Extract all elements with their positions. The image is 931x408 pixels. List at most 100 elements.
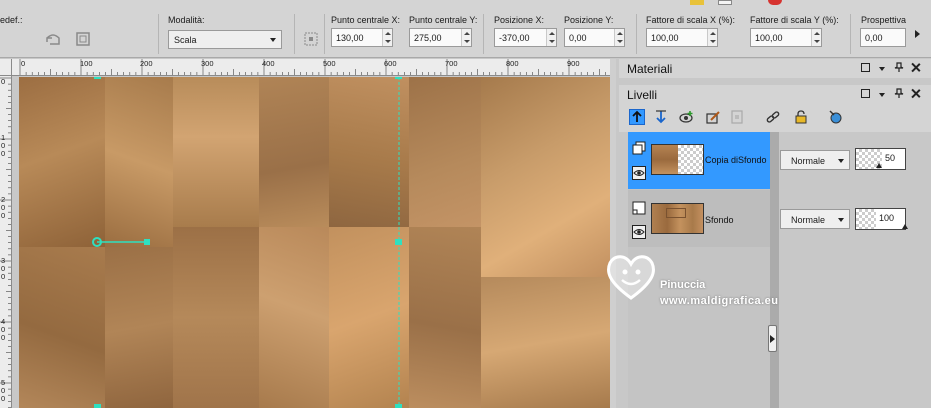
eye-icon[interactable]	[632, 225, 646, 241]
mode-select[interactable]: Scala	[168, 30, 282, 49]
opacity-value: 100	[876, 209, 905, 229]
opacity-field[interactable]: 100	[855, 208, 908, 230]
image-canvas[interactable]	[19, 77, 610, 408]
ruler-h-label: 400	[262, 59, 275, 68]
layer-thumbnail[interactable]	[651, 144, 704, 175]
scale-x-value: 100,00	[651, 33, 679, 43]
blend-mode-select[interactable]: Normale	[780, 150, 850, 170]
pos-y-field[interactable]: 0,00	[564, 28, 625, 47]
ruler-h-label: 700	[445, 59, 458, 68]
ruler-h-label: 600	[384, 59, 397, 68]
close-icon[interactable]	[911, 88, 921, 99]
pos-x-field[interactable]: -370,00	[494, 28, 557, 47]
center-x-label: Punto centrale X:	[331, 15, 401, 25]
materials-panel-header[interactable]: Materiali	[619, 59, 931, 78]
toolbar-separator	[158, 14, 159, 54]
watermark-url: www.maldigrafica.eu	[660, 295, 779, 307]
ruler-h-label: 500	[323, 59, 336, 68]
tool-options-bar: edef.: Modalità: Scala Punto centrale X:…	[0, 0, 931, 58]
properties-icon[interactable]	[827, 109, 843, 125]
ruler-v-label: 3 0 0	[1, 256, 6, 281]
opacity-slider-marker-icon[interactable]	[902, 224, 908, 229]
eye-icon[interactable]	[632, 166, 646, 182]
perspective-field[interactable]: 0,00	[860, 28, 906, 47]
horizontal-ruler[interactable]: 0 100 200 300 400 500 600 700 800 900	[12, 59, 610, 76]
reset-icon[interactable]	[44, 30, 62, 48]
toolbar-separator	[636, 14, 637, 54]
scale-y-field[interactable]: 100,00	[750, 28, 822, 47]
opacity-field[interactable]: 50	[855, 148, 906, 170]
blend-mode-value: Normale	[791, 215, 826, 225]
ruler-v-label: 2 0 0	[1, 195, 6, 220]
link-icon[interactable]	[765, 109, 781, 125]
scale-x-field[interactable]: 100,00	[646, 28, 718, 47]
center-x-field[interactable]: 130,00	[331, 28, 393, 47]
toolbar-separator	[294, 14, 295, 54]
toolbar-separator	[483, 14, 484, 54]
pos-x-value: -370,00	[499, 33, 530, 43]
ruler-h-label: 900	[567, 59, 580, 68]
frame-icon[interactable]	[74, 30, 92, 48]
lock-icon[interactable]	[793, 109, 809, 125]
scale-x-label: Fattore di scala X (%):	[646, 15, 736, 25]
toolbar-separator	[850, 14, 851, 54]
maximize-icon[interactable]	[861, 63, 870, 72]
spinner-arrows-icon[interactable]	[614, 29, 624, 46]
watermark-name: Pinuccia	[660, 279, 706, 291]
toolbar-top-strip	[572, 0, 672, 5]
ruler-h-label: 800	[506, 59, 519, 68]
watermark-heart-icon	[604, 250, 658, 302]
ruler-v-label: 4 0 0	[1, 317, 6, 342]
maximize-icon[interactable]	[861, 89, 870, 98]
spinner-arrows-icon[interactable]	[707, 29, 717, 46]
chevron-down-icon[interactable]	[879, 93, 885, 97]
close-icon[interactable]	[911, 62, 921, 73]
materials-title: Materiali	[627, 62, 673, 76]
white-swatch-icon[interactable]	[718, 0, 732, 5]
red-stop-icon[interactable]	[768, 0, 782, 5]
chevron-down-icon	[838, 159, 844, 163]
perspective-label: Prospettiva	[861, 15, 907, 25]
layer-thumbnail[interactable]	[651, 203, 704, 234]
layers-title: Livelli	[627, 88, 658, 102]
opacity-slider-marker-icon[interactable]	[876, 163, 882, 168]
thumbnail-detail	[666, 208, 686, 218]
thumbnail-transparency	[678, 145, 703, 174]
thumbnail-image	[652, 145, 678, 174]
spinner-arrows-icon[interactable]	[546, 29, 556, 46]
vertical-ruler[interactable]: 0 1 0 0 2 0 0 3 0 0 4 0 0 5 0 0	[0, 76, 12, 408]
layer-raster-icon[interactable]	[632, 201, 646, 217]
spinner-arrows-icon[interactable]	[461, 29, 471, 46]
layers-splitter[interactable]	[770, 132, 779, 408]
canvas-gutter	[610, 59, 616, 408]
splitter-handle[interactable]	[768, 325, 777, 352]
ruler-v-label: 0	[1, 77, 6, 86]
color-swatch-icon[interactable]	[690, 0, 704, 5]
center-x-value: 130,00	[336, 33, 364, 43]
mask-icon[interactable]	[729, 109, 745, 125]
ruler-v-label: 5 0 0	[1, 378, 6, 403]
pos-y-value: 0,00	[569, 33, 587, 43]
spinner-arrows-icon[interactable]	[382, 29, 392, 46]
new-layer-icon[interactable]	[679, 109, 695, 125]
move-layer-up-icon[interactable]	[629, 109, 645, 125]
transform-guides[interactable]	[19, 77, 610, 408]
layer-row-sfondo[interactable]: Sfondo	[628, 190, 770, 247]
chevron-down-icon[interactable]	[879, 67, 885, 71]
pivot-grid-icon[interactable]	[302, 30, 320, 48]
pin-icon[interactable]	[894, 88, 904, 99]
panel-controls	[861, 62, 921, 74]
spinner-arrows-icon[interactable]	[811, 29, 821, 46]
layers-panel-header[interactable]: Livelli	[619, 85, 931, 104]
toolbar-scroll-right-icon[interactable]	[915, 30, 920, 38]
edit-layer-icon[interactable]	[705, 109, 721, 125]
layer-name: Sfondo	[705, 215, 734, 225]
ruler-corner	[0, 59, 12, 76]
layer-group-icon[interactable]	[632, 141, 646, 157]
layer-row-copia-di-sfondo[interactable]: Copia diSfondo	[628, 132, 770, 189]
center-y-field[interactable]: 275,00	[409, 28, 472, 47]
move-layer-down-icon[interactable]	[653, 109, 669, 125]
center-y-value: 275,00	[414, 33, 442, 43]
blend-mode-select[interactable]: Normale	[780, 209, 850, 229]
pin-icon[interactable]	[894, 62, 904, 73]
